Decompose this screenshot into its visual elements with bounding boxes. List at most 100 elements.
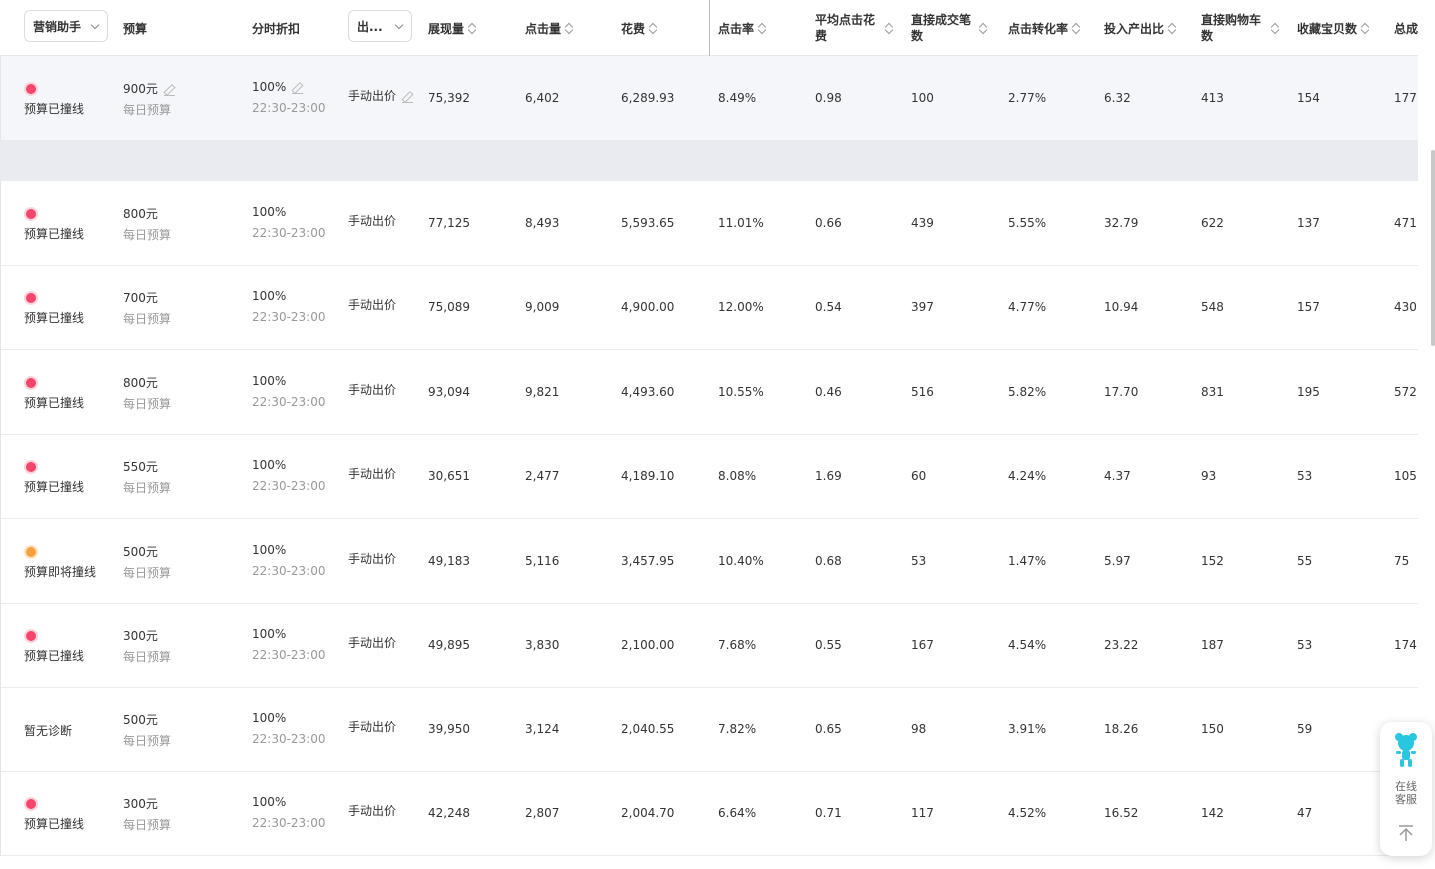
cell-avg-cpc: 0.71 (815, 806, 842, 820)
cell-orders: 516 (911, 385, 934, 399)
sort-icon[interactable] (1361, 22, 1370, 35)
row-left-border (0, 56, 1, 141)
chevron-down-icon (90, 20, 100, 30)
table-row[interactable]: 暂无诊断 500元 每日预算 100% 22:30-23:00 手动出价 39,950 3,1… (0, 688, 1418, 772)
cell-avg-cpc: 0.68 (815, 554, 842, 568)
customer-service-widget[interactable]: 在线 客服 (1380, 722, 1432, 856)
header-direct-orders[interactable]: 直接成交笔数 (911, 0, 988, 56)
daily-budget-label: 每日预算 (123, 481, 172, 495)
time-range: 22:30-23:00 (252, 479, 326, 493)
cell-cost: 4,189.10 (621, 469, 675, 483)
header-avg-cpc[interactable]: 平均点击花费 (815, 0, 894, 56)
edit-pencil-icon[interactable] (292, 82, 304, 94)
table-row[interactable]: 预算已撞线 700元 每日预算 100% 22:30-23:00 手动出价 75,089 9,… (0, 266, 1418, 350)
header-ctr[interactable]: 点击率 (718, 0, 767, 56)
bid-method: 手动出价 (348, 636, 397, 650)
sort-icon[interactable] (1168, 22, 1177, 35)
cell-cvr: 5.55% (1008, 216, 1047, 230)
bid-method: 手动出价 (348, 720, 397, 734)
daily-budget-label: 每日预算 (123, 566, 172, 580)
sort-icon[interactable] (1271, 22, 1280, 35)
cell-cost: 2,004.70 (621, 806, 675, 820)
chevron-down-icon (394, 20, 404, 30)
header-cvr[interactable]: 点击转化率 (1008, 0, 1081, 56)
edit-pencil-icon[interactable] (163, 84, 175, 96)
status-label[interactable]: 预算已撞线 (24, 394, 84, 411)
cell-impressions: 49,183 (428, 554, 470, 568)
cell-cvr: 4.77% (1008, 300, 1047, 314)
table-row[interactable]: 预算已撞线 800元 每日预算 100% 22:30-23:00 手动出价 77,125 8,… (0, 181, 1418, 266)
cell-roi: 6.32 (1104, 91, 1131, 105)
sort-icon[interactable] (758, 22, 767, 35)
bid-method[interactable]: 手动出价 (348, 87, 414, 104)
sort-icon[interactable] (979, 22, 988, 35)
row-left-border (0, 604, 1, 688)
cell-cost: 3,457.95 (621, 554, 675, 568)
time-range: 22:30-23:00 (252, 101, 326, 115)
status-label[interactable]: 预算已撞线 (24, 647, 84, 664)
status-label[interactable]: 暂无诊断 (24, 722, 72, 739)
cell-avg-cpc: 0.98 (815, 91, 842, 105)
sort-icon[interactable] (649, 22, 658, 35)
status-label[interactable]: 预算已撞线 (24, 225, 84, 242)
header-fav-items[interactable]: 收藏宝贝数 (1297, 0, 1370, 56)
row-left-border (0, 688, 1, 772)
bear-mascot-icon[interactable] (1394, 732, 1418, 768)
cell-clicks: 2,807 (525, 806, 560, 820)
status-dot-icon (26, 462, 36, 472)
header-direct-cart[interactable]: 直接购物车数 (1201, 0, 1280, 56)
status-label[interactable]: 预算已撞线 (24, 815, 84, 832)
cell-cvr: 3.91% (1008, 722, 1047, 736)
table-row[interactable]: 预算已撞线 550元 每日预算 100% 22:30-23:00 手动出价 30,651 2,… (0, 435, 1418, 519)
customer-service-label[interactable]: 在线 客服 (1380, 780, 1432, 806)
cell-cost: 5,593.65 (621, 216, 675, 230)
cell-roi: 23.22 (1104, 638, 1139, 652)
header-cost[interactable]: 花费 (621, 0, 658, 56)
discount-value: 100% (252, 711, 287, 725)
sort-icon[interactable] (565, 22, 574, 35)
vertical-scrollbar[interactable] (1431, 150, 1435, 346)
status-dot-icon (26, 799, 36, 809)
status-dot-icon (26, 631, 36, 641)
cell-cost: 2,100.00 (621, 638, 675, 652)
daily-budget-label: 每日预算 (123, 818, 172, 832)
header-impressions[interactable]: 展现量 (428, 0, 477, 56)
assistant-dropdown[interactable]: 营销助手 (24, 10, 108, 42)
back-to-top-icon[interactable] (1397, 824, 1415, 842)
header-clicks[interactable]: 点击量 (525, 0, 574, 56)
status-label[interactable]: 预算已撞线 (24, 309, 84, 326)
status-label[interactable]: 预算已撞线 (24, 478, 84, 495)
assistant-dropdown-label: 营销助手 (33, 19, 82, 34)
time-range: 22:30-23:00 (252, 226, 326, 240)
time-range: 22:30-23:00 (252, 395, 326, 409)
sort-icon[interactable] (1072, 22, 1081, 35)
sort-icon[interactable] (468, 22, 477, 35)
time-range: 22:30-23:00 (252, 648, 326, 662)
discount-value: 100% (252, 795, 287, 809)
table-row[interactable]: 预算即将撞线 500元 每日预算 100% 22:30-23:00 手动出价 49,183 5… (0, 519, 1418, 604)
table-row[interactable]: 预算已撞线 800元 每日预算 100% 22:30-23:00 手动出价 93,094 9,… (0, 350, 1418, 435)
discount-value[interactable]: 100% (252, 80, 304, 94)
status-label[interactable]: 预算即将撞线 (24, 563, 96, 580)
cell-clicks: 3,830 (525, 638, 560, 652)
status-label[interactable]: 预算已撞线 (24, 100, 84, 117)
cell-ctr: 11.01% (718, 216, 764, 230)
bid-dropdown-label: 出... (357, 19, 383, 34)
edit-pencil-icon[interactable] (402, 91, 414, 103)
cell-cost: 2,040.55 (621, 722, 675, 736)
sort-icon[interactable] (885, 22, 894, 35)
cell-orders: 98 (911, 722, 927, 736)
status-dot-icon (26, 547, 36, 557)
cell-cost: 6,289.93 (621, 91, 675, 105)
header-total[interactable]: 总成 (1394, 0, 1418, 56)
table-row[interactable]: 预算已撞线 300元 每日预算 100% 22:30-23:00 手动出价 49,895 3,… (0, 604, 1418, 688)
status-dot-icon (26, 293, 36, 303)
table-row[interactable]: 预算已撞线 300元 每日预算 100% 22:30-23:00 手动出价 42,248 2,… (0, 772, 1418, 856)
cell-roi: 5.97 (1104, 554, 1131, 568)
cell-avg-cpc: 0.46 (815, 385, 842, 399)
cell-cost: 4,900.00 (621, 300, 675, 314)
bid-dropdown[interactable]: 出... (348, 10, 412, 42)
header-roi[interactable]: 投入产出比 (1104, 0, 1177, 56)
budget-value[interactable]: 900元 (123, 80, 175, 97)
table-row[interactable]: 预算已撞线 900元 每日预算 100% 22:30-23:00 手动出价 75,392 6,… (0, 56, 1418, 141)
